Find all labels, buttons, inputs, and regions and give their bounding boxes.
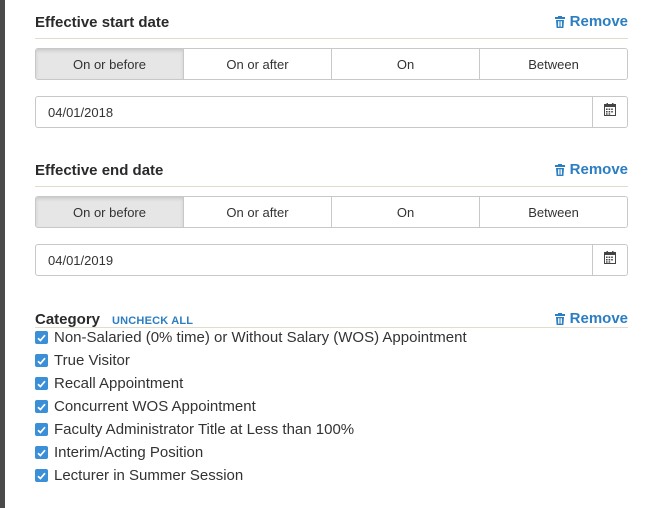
checkbox[interactable] xyxy=(35,446,48,459)
list-item: Faculty Administrator Title at Less than… xyxy=(35,418,628,441)
option-between[interactable]: Between xyxy=(480,197,627,227)
section-title: Effective start date xyxy=(35,14,170,31)
list-item: Lecturer in Summer Session xyxy=(35,464,628,487)
date-condition-selector: On or before On or after On Between xyxy=(35,196,628,228)
checkmark-icon xyxy=(37,472,46,480)
calendar-icon xyxy=(604,103,616,121)
list-item: Recall Appointment xyxy=(35,372,628,395)
option-between[interactable]: Between xyxy=(480,49,627,79)
checkmark-icon xyxy=(37,380,46,388)
calendar-button[interactable] xyxy=(592,97,627,127)
category-label: Lecturer in Summer Session xyxy=(54,467,244,484)
checkbox[interactable] xyxy=(35,331,48,344)
category-label: Interim/Acting Position xyxy=(54,444,204,461)
start-date-input[interactable] xyxy=(36,97,592,127)
category-label: Recall Appointment xyxy=(54,375,184,392)
checkmark-icon xyxy=(37,357,46,365)
remove-button[interactable]: Remove xyxy=(554,161,628,179)
list-item: Interim/Acting Position xyxy=(35,441,628,464)
checkbox[interactable] xyxy=(35,400,48,413)
section-title: Effective end date xyxy=(35,162,164,179)
end-date-field xyxy=(35,244,628,276)
window-edge xyxy=(0,0,5,508)
checkmark-icon xyxy=(37,403,46,411)
calendar-button[interactable] xyxy=(592,245,627,275)
category-label: Concurrent WOS Appointment xyxy=(54,398,256,415)
end-date-input[interactable] xyxy=(36,245,592,275)
section-header: Effective end date Remove xyxy=(35,161,628,187)
section-header: Effective start date Remove xyxy=(35,13,628,39)
option-on-or-after[interactable]: On or after xyxy=(184,197,332,227)
checkmark-icon xyxy=(37,449,46,457)
option-on[interactable]: On xyxy=(332,49,480,79)
checkbox[interactable] xyxy=(35,423,48,436)
checkmark-icon xyxy=(37,334,46,342)
start-date-field xyxy=(35,96,628,128)
category-label: Faculty Administrator Title at Less than… xyxy=(54,421,355,438)
trash-icon xyxy=(554,313,565,325)
list-item: Non-Salaried (0% time) or Without Salary… xyxy=(35,326,628,349)
trash-icon xyxy=(554,16,565,28)
list-item: True Visitor xyxy=(35,349,628,372)
remove-button[interactable]: Remove xyxy=(554,13,628,31)
date-condition-selector: On or before On or after On Between xyxy=(35,48,628,80)
trash-icon xyxy=(554,164,565,176)
checkbox[interactable] xyxy=(35,469,48,482)
checkmark-icon xyxy=(37,426,46,434)
remove-label: Remove xyxy=(569,13,628,30)
list-item: Concurrent WOS Appointment xyxy=(35,395,628,418)
option-on-or-before[interactable]: On or before xyxy=(36,197,184,227)
remove-label: Remove xyxy=(569,161,628,178)
checkbox[interactable] xyxy=(35,354,48,367)
category-label: Non-Salaried (0% time) or Without Salary… xyxy=(54,329,467,346)
option-on[interactable]: On xyxy=(332,197,480,227)
category-checklist: Non-Salaried (0% time) or Without Salary… xyxy=(35,326,628,487)
calendar-icon xyxy=(604,251,616,269)
option-on-or-before[interactable]: On or before xyxy=(36,49,184,79)
option-on-or-after[interactable]: On or after xyxy=(184,49,332,79)
checkbox[interactable] xyxy=(35,377,48,390)
category-label: True Visitor xyxy=(54,352,130,369)
